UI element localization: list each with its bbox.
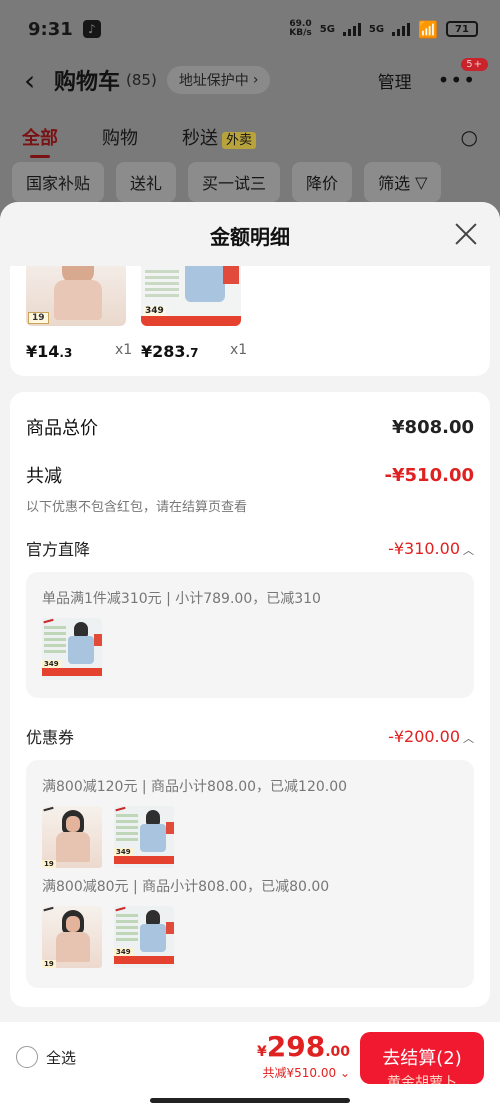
wifi-icon: 📶 [418,19,438,39]
signal-icon [342,22,361,36]
official-discount-value: -¥310.00 [388,538,460,558]
product-thumb-jacket: 349 [42,618,102,680]
back-arrow-icon[interactable]: ‹ [24,64,50,97]
signal-icon-2 [392,22,411,36]
chip-price-drop[interactable]: 降价 [292,162,353,202]
item-qty: x1 [230,342,248,358]
price-breakdown-card: 商品总价 ¥808.00 共减 -¥510.00 以下优惠不包含红包，请在结算页… [10,392,490,1007]
signal-label-1: 5G [319,23,335,35]
manage-button[interactable]: 管理 [378,68,412,93]
chip-gift[interactable]: 送礼 [116,162,177,202]
coupon-row[interactable]: 优惠券 -¥200.00 ︿ [26,724,474,748]
address-protect-button[interactable]: 地址保护中 › [166,66,271,94]
cart-count: (85) [126,71,157,89]
goods-total-value: ¥808.00 [392,416,474,438]
signal-label-2: 5G [368,23,385,35]
discount-note: 以下优惠不包含红包，请在结算页查看 [26,500,248,515]
chip-national-subsidy[interactable]: 国家补贴 [12,162,105,202]
product-thumb-jacket[interactable]: 349 [141,266,241,326]
discount-row: 共减 -¥510.00 [26,464,474,488]
saved-amount-toggle[interactable]: 共减¥510.00 ⌄ [262,1064,350,1081]
official-discount-detail: 单品满1件减310元 | 小计789.00，已减310 [42,591,321,607]
tab-all[interactable]: 全部 [22,124,58,158]
select-all-label[interactable]: 全选 [46,1047,76,1068]
address-protect-label: 地址保护中 [178,73,249,89]
chevron-down-icon: ⌄ [339,1066,350,1080]
coupon-detail-2: 满800减80元 | 商品小计808.00，已减80.00 [42,879,330,895]
chip-try[interactable]: 买一试三 [188,162,281,202]
goods-total-row: 商品总价 ¥808.00 [26,416,474,440]
product-thumb-jacket: 349 [114,906,174,968]
notification-badge: 5+ [461,58,488,71]
sheet-header: 金额明细 [0,202,500,268]
coupon-detail-1: 满800减120元 | 商品小计808.00，已减120.00 [42,779,348,795]
chip-filter[interactable]: 筛选 ▽ [364,162,442,202]
status-time: 9:31 [28,18,73,40]
status-bar: 9:31 ♪ 69.0 KB/s 5G 5G 📶 71 [28,14,478,44]
search-icon[interactable]: ○ [461,125,478,149]
discount-total-value: -¥510.00 [384,464,474,486]
select-all-radio[interactable] [16,1046,38,1068]
tab-flash-delivery[interactable]: 秒送 外卖 [182,124,257,150]
cart-tabs: 全部 购物 秒送 外卖 ○ [22,120,478,158]
official-discount-row[interactable]: 官方直降 -¥310.00 ︿ [26,536,474,560]
product-thumb-bra: 19 [42,806,102,868]
total-price: ¥298.00 [256,1030,350,1063]
tab-shopping[interactable]: 购物 [102,124,138,150]
coupon-value: -¥200.00 [388,726,460,746]
takeaway-badge: 外卖 [222,132,257,149]
product-thumb-jacket: 349 [114,806,174,868]
chevron-right-icon: › [252,72,259,88]
product-thumb-bra: 19 [42,906,102,968]
filter-chips: 国家补贴 送礼 买一试三 降价 筛选 ▽ [12,162,500,202]
item-price: ¥283.7 [141,342,199,361]
sheet-title: 金额明细 [210,224,290,249]
cart-header: ‹ 购物车 (85) 地址保护中 › 管理 ••• 5+ [24,58,488,98]
product-thumb-bra[interactable]: 19 [26,266,126,326]
tiktok-icon: ♪ [82,20,101,38]
amount-detail-sheet: 金额明细 19 349 ¥14.3 x1 ¥283.7 x1 商品总价 ¥808… [0,202,500,1022]
item-list-card: 19 349 ¥14.3 x1 ¥283.7 x1 [10,266,490,376]
coupon-panel: 满800减120元 | 商品小计808.00，已减120.00 19 349 满… [26,760,474,988]
chevron-up-icon: ︿ [463,543,474,557]
item-price: ¥14.3 [26,342,73,361]
page-title: 购物车 [54,70,121,95]
item-qty: x1 [115,342,133,358]
chevron-up-icon: ︿ [463,731,474,745]
home-indicator [150,1098,350,1103]
filter-icon: ▽ [415,172,428,192]
official-discount-panel: 单品满1件减310元 | 小计789.00，已减310 349 [26,572,474,698]
battery-icon: 71 [446,21,478,37]
more-menu-button[interactable]: ••• 5+ [438,58,488,92]
checkout-button[interactable]: 去结算(2) 黄金胡萝卜 [360,1032,484,1084]
close-icon[interactable] [454,222,478,246]
net-speed: 69.0 KB/s [289,19,312,38]
